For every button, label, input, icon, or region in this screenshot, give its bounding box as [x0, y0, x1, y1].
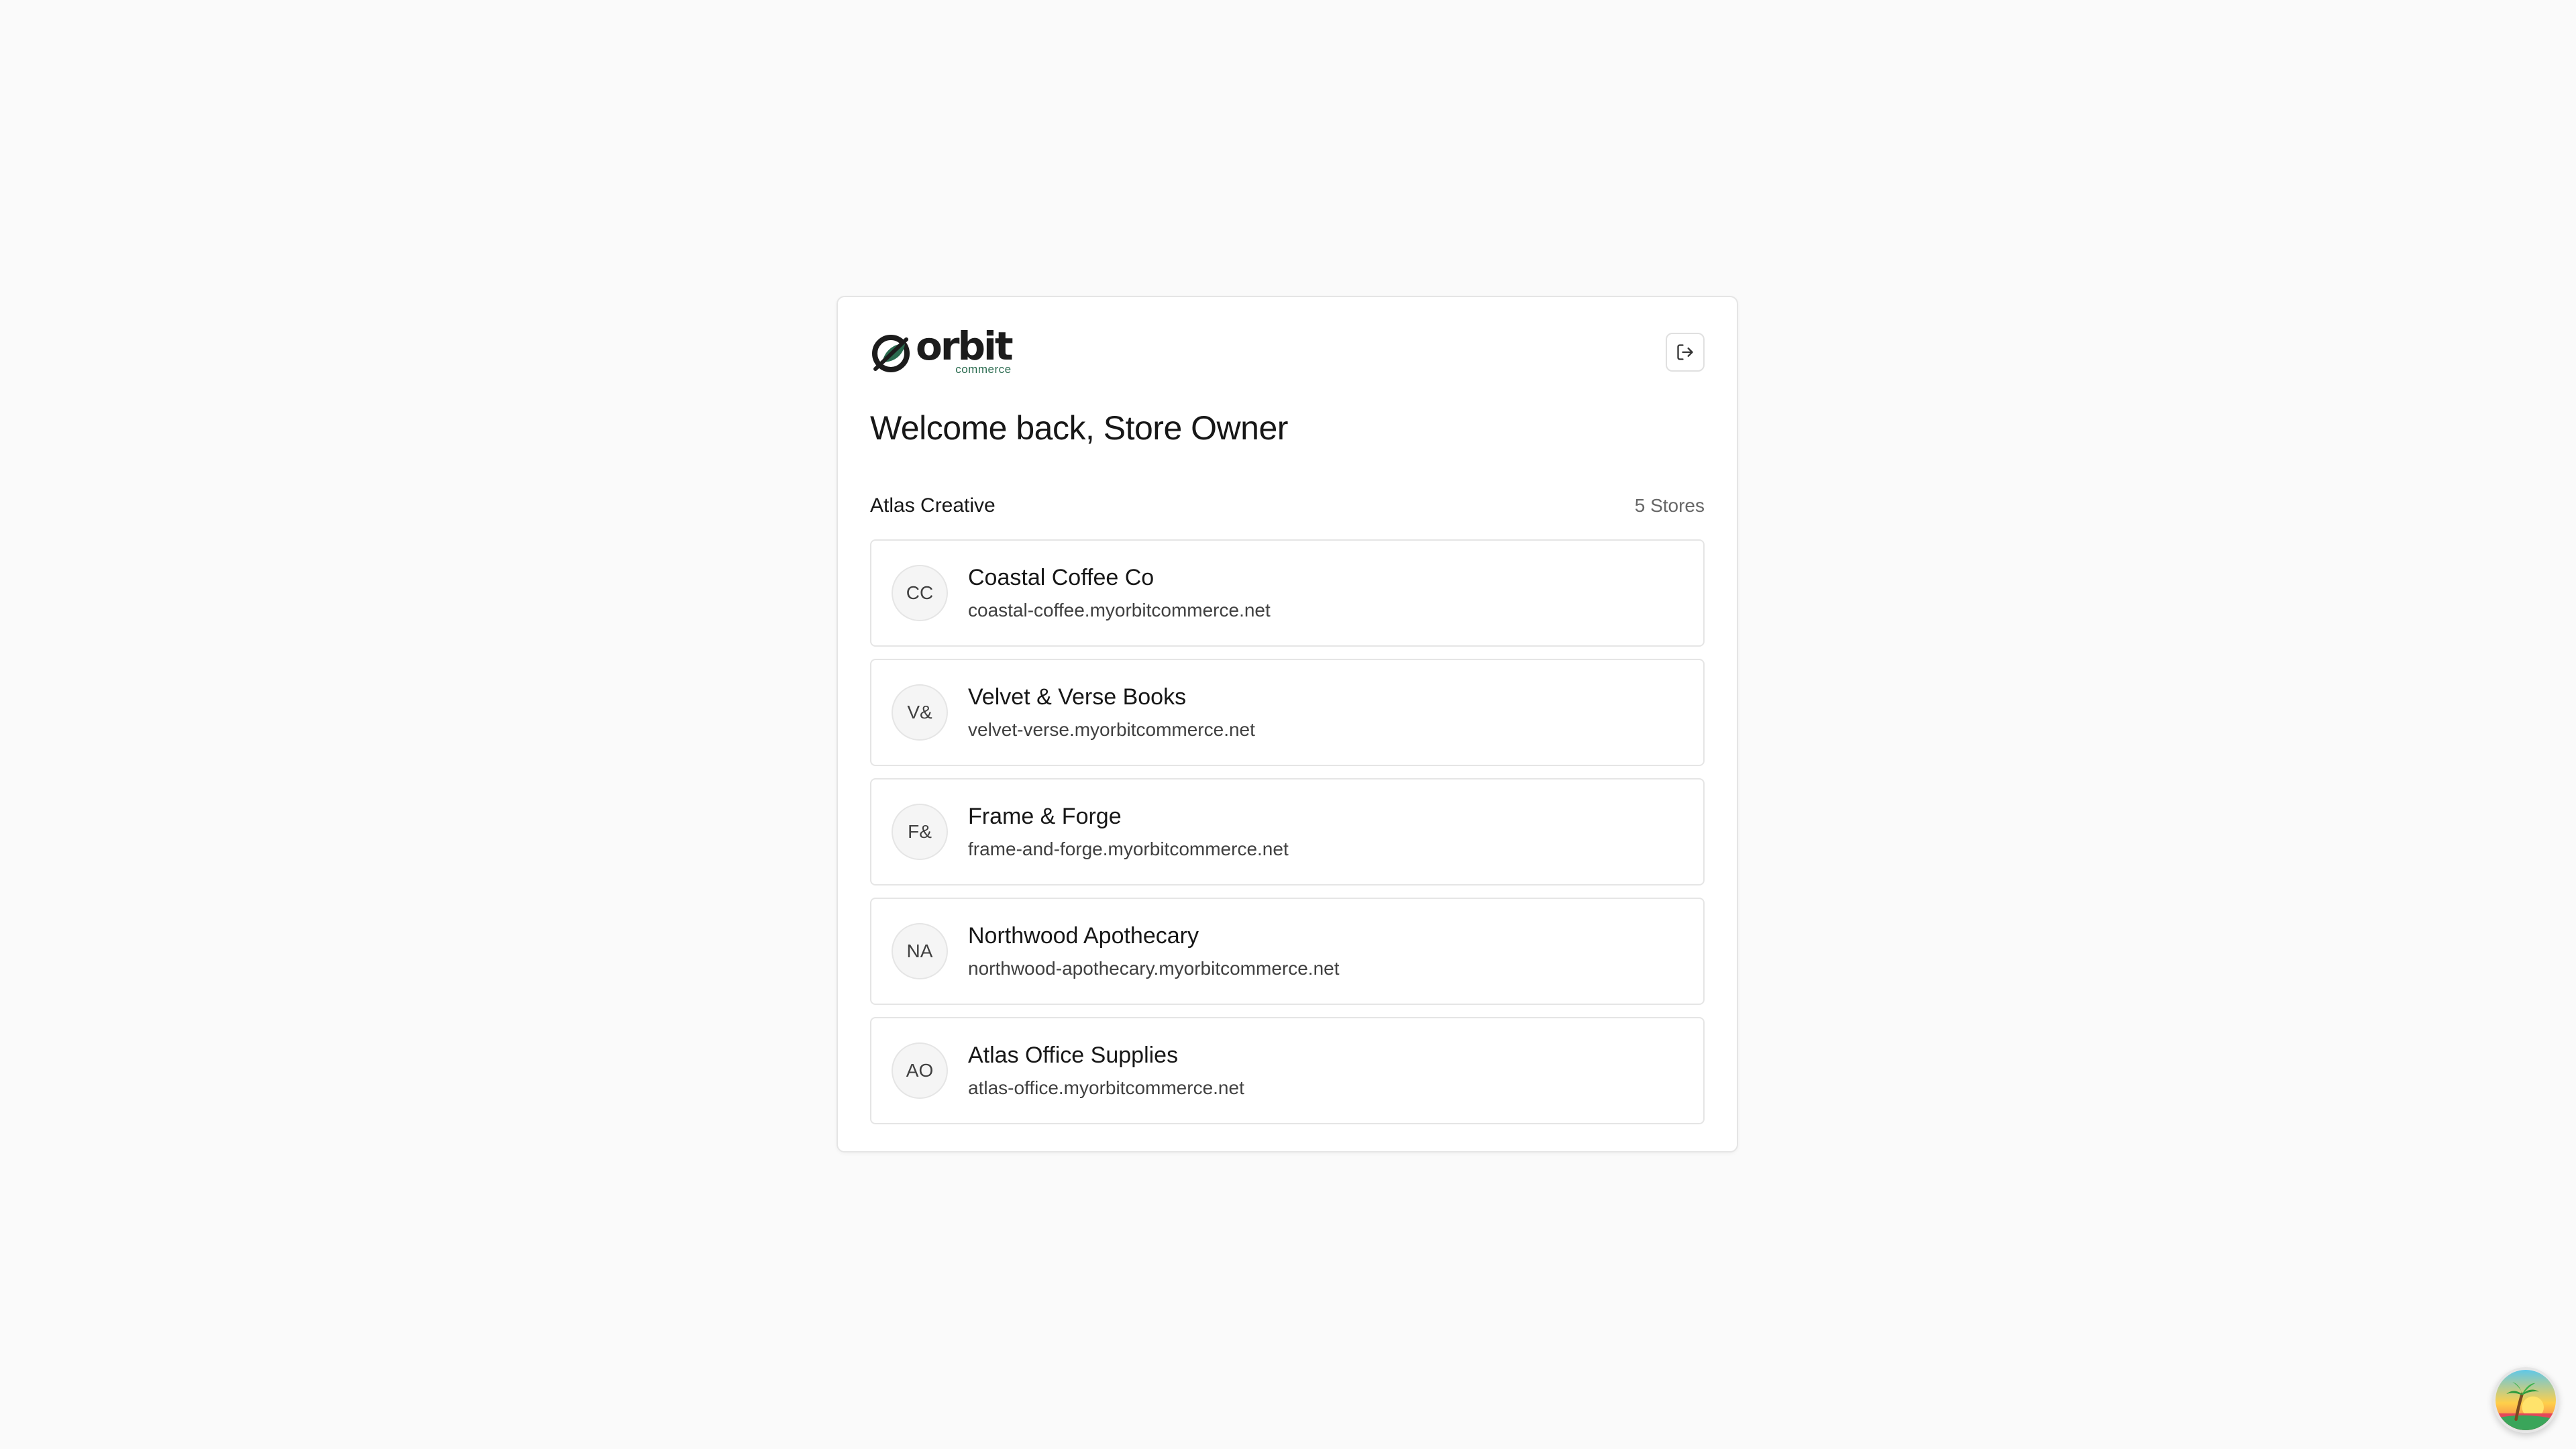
logout-button[interactable] [1666, 333, 1705, 372]
store-item-coastal-coffee[interactable]: CC Coastal Coffee Co coastal-coffee.myor… [870, 539, 1705, 647]
orbit-logo-icon [872, 335, 910, 372]
store-avatar: AO [892, 1042, 948, 1099]
store-avatar: F& [892, 804, 948, 860]
store-avatar: V& [892, 684, 948, 741]
store-domain: frame-and-forge.myorbitcommerce.net [968, 839, 1289, 859]
store-name: Coastal Coffee Co [968, 565, 1155, 590]
store-info: Velvet & Verse Books velvet-verse.myorbi… [968, 684, 1255, 741]
store-info: Northwood Apothecary northwood-apothecar… [968, 922, 1340, 980]
orbit-commerce-logo: orbit commerce [870, 323, 1014, 376]
palm-tree-sunset-icon [2496, 1370, 2556, 1430]
organization-row: Atlas Creative 5 Stores [870, 492, 1705, 519]
store-count: 5 Stores [1634, 495, 1705, 516]
store-domain: atlas-office.myorbitcommerce.net [968, 1077, 1244, 1098]
store-name: Northwood Apothecary [968, 923, 1199, 949]
store-list: CC Coastal Coffee Co coastal-coffee.myor… [870, 539, 1705, 1124]
store-domain: velvet-verse.myorbitcommerce.net [968, 719, 1255, 740]
store-item-northwood-apothecary[interactable]: NA Northwood Apothecary northwood-apothe… [870, 898, 1705, 1005]
card-header: orbit commerce [870, 323, 1705, 376]
store-info: Coastal Coffee Co coastal-coffee.myorbit… [968, 564, 1271, 622]
store-info: Atlas Office Supplies atlas-office.myorb… [968, 1042, 1244, 1099]
store-name: Velvet & Verse Books [968, 684, 1187, 710]
store-item-atlas-office[interactable]: AO Atlas Office Supplies atlas-office.my… [870, 1017, 1705, 1124]
store-avatar: CC [892, 565, 948, 621]
page: orbit commerce Welcome back, Store Owner… [0, 0, 2576, 1449]
assistant-launcher-button[interactable] [2493, 1367, 2559, 1433]
store-domain: northwood-apothecary.myorbitcommerce.net [968, 958, 1340, 979]
store-info: Frame & Forge frame-and-forge.myorbitcom… [968, 803, 1289, 861]
logo-wordmark: orbit [916, 323, 1014, 369]
logout-icon [1677, 344, 1693, 360]
store-domain: coastal-coffee.myorbitcommerce.net [968, 600, 1271, 621]
store-item-frame-and-forge[interactable]: F& Frame & Forge frame-and-forge.myorbit… [870, 778, 1705, 885]
store-avatar: NA [892, 923, 948, 979]
logo-text: orbit commerce [916, 323, 1014, 376]
store-item-velvet-verse[interactable]: V& Velvet & Verse Books velvet-verse.myo… [870, 659, 1705, 766]
page-title: Welcome back, Store Owner [870, 409, 1288, 447]
store-name: Frame & Forge [968, 804, 1122, 829]
logo-subword: commerce [955, 363, 1012, 376]
store-name: Atlas Office Supplies [968, 1042, 1179, 1068]
store-picker-card: orbit commerce Welcome back, Store Owner… [837, 296, 1738, 1152]
organization-name: Atlas Creative [870, 494, 996, 517]
